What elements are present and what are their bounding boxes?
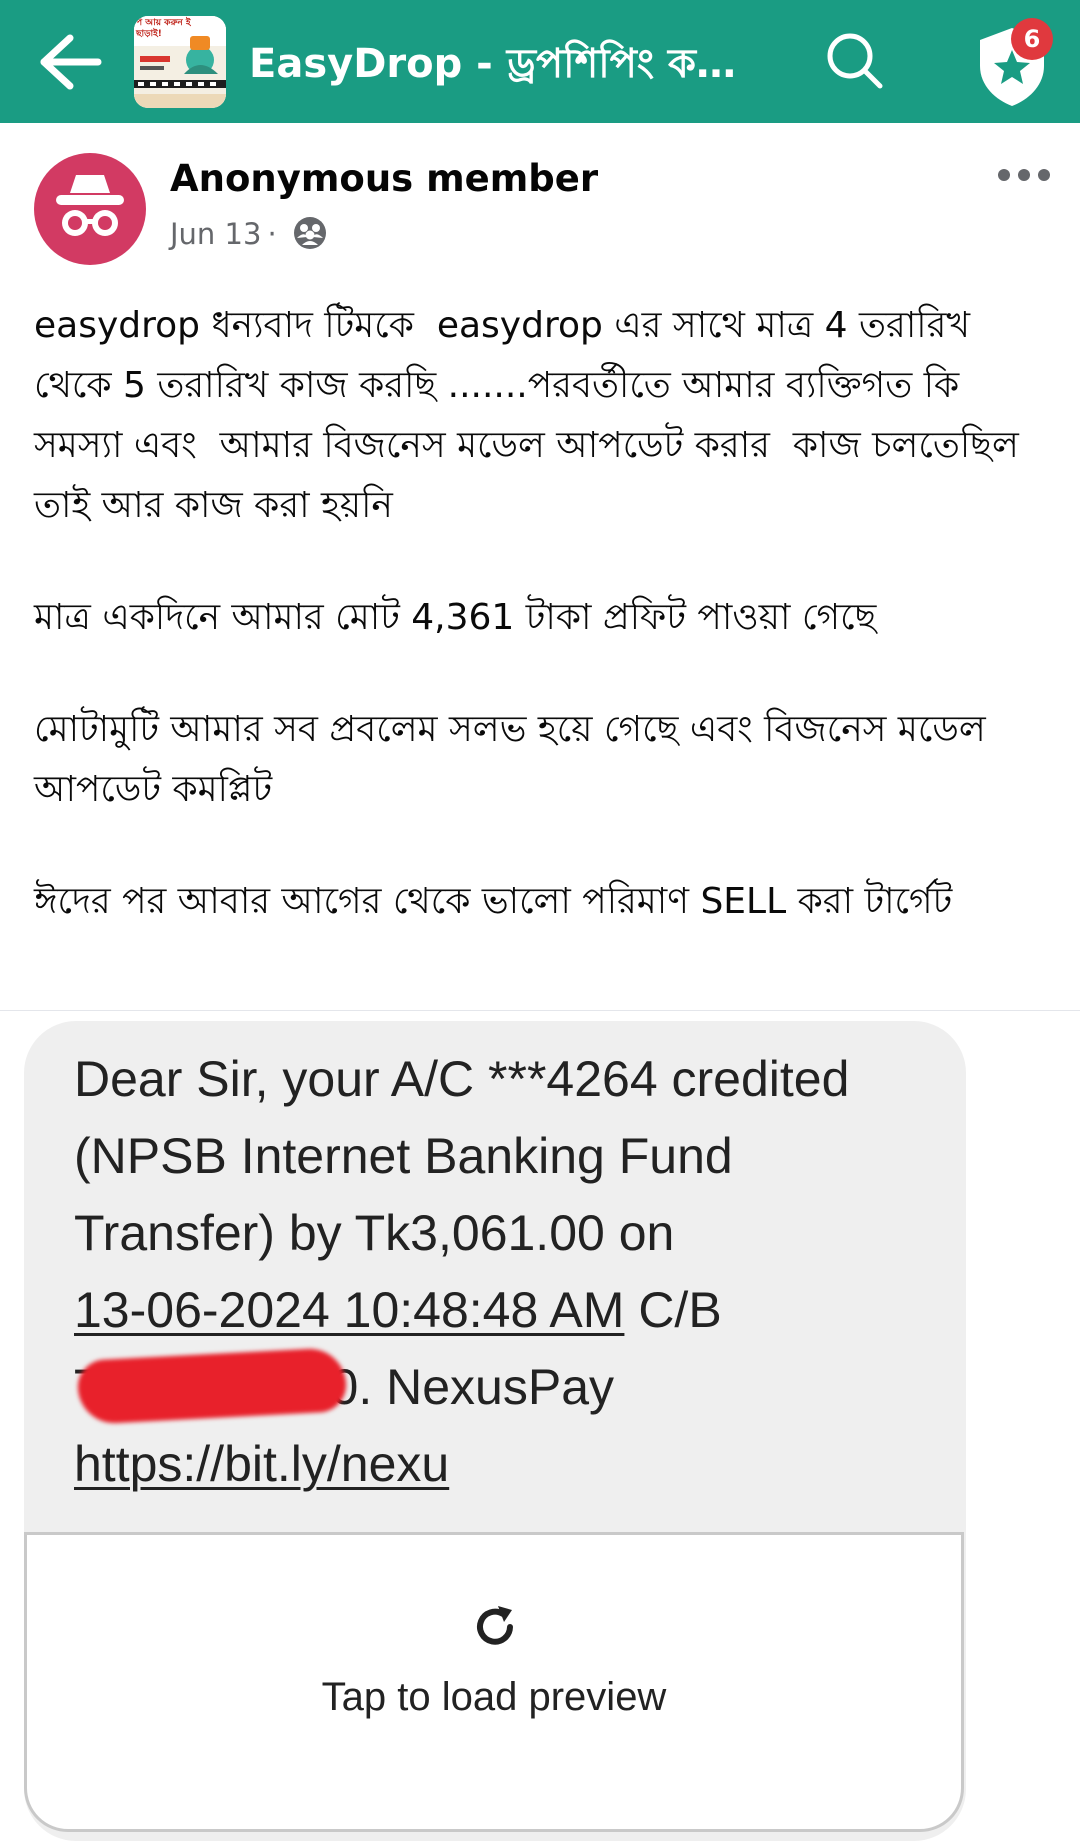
sms-link[interactable]: https://bit.ly/nexu <box>74 1436 449 1492</box>
group-thumbnail[interactable]: প আয় করুন ই ছাড়াই! <box>134 16 226 108</box>
sms-line: (NPSB Internet Banking Fund <box>74 1128 733 1184</box>
thumbnail-text: প আয় করুন ই ছাড়াই! <box>136 18 191 39</box>
post-paragraph: easydrop ধন্যবাদ টিমকে easydrop এর সাথে … <box>34 305 1042 526</box>
post-paragraph: মাত্র একদিনে আমার মোট 4,361 টাকা প্রফিট … <box>34 597 877 638</box>
group-audience-icon <box>292 215 328 251</box>
author-name[interactable]: Anonymous member <box>170 155 598 203</box>
divider <box>0 1010 1080 1011</box>
sms-line-rest: C/B <box>624 1282 722 1338</box>
post-paragraph: মোটামুটি আমার সব প্রবলেম সলভ হয়ে গেছে এ… <box>34 709 998 810</box>
tap-to-load-preview[interactable]: Tap to load preview <box>24 1667 964 1727</box>
more-options-icon[interactable] <box>996 160 1052 190</box>
sms-line: 13-06-2024 10:48:48 AM C/B <box>74 1272 934 1349</box>
anonymous-avatar[interactable] <box>34 153 146 265</box>
sms-datetime-link[interactable]: 13-06-2024 10:48:48 AM <box>74 1282 624 1338</box>
group-title[interactable]: EasyDrop - ড্রপশিপিং করে... <box>249 34 769 94</box>
post-paragraph: ঈদের পর আবার আগের থেকে ভালো পরিমাণ SELL … <box>34 881 953 922</box>
sms-line: https://bit.ly/nexu <box>74 1426 934 1503</box>
search-icon[interactable] <box>822 28 888 94</box>
sms-line: Dear Sir, your A/C ***4264 credited <box>74 1051 850 1107</box>
back-arrow-icon[interactable] <box>34 30 104 94</box>
post-meta: Jun 13 · <box>170 214 283 254</box>
reload-icon[interactable] <box>470 1602 520 1652</box>
sms-line: Transfer) by Tk3,061.00 on <box>74 1205 675 1261</box>
sms-line-end: 0. NexusPay <box>330 1359 615 1415</box>
sms-message: Dear Sir, your A/C ***4264 credited (NPS… <box>74 1041 934 1503</box>
post-body: easydrop ধন্যবাদ টিমকে easydrop এর সাথে … <box>34 296 1054 932</box>
notification-badge[interactable]: 6 <box>1011 18 1053 60</box>
meta-separator: · <box>267 217 277 251</box>
top-app-bar: প আয় করুন ই ছাড়াই! EasyDrop - ড্রপশিপি… <box>0 0 1080 123</box>
post-date[interactable]: Jun 13 <box>170 217 261 251</box>
